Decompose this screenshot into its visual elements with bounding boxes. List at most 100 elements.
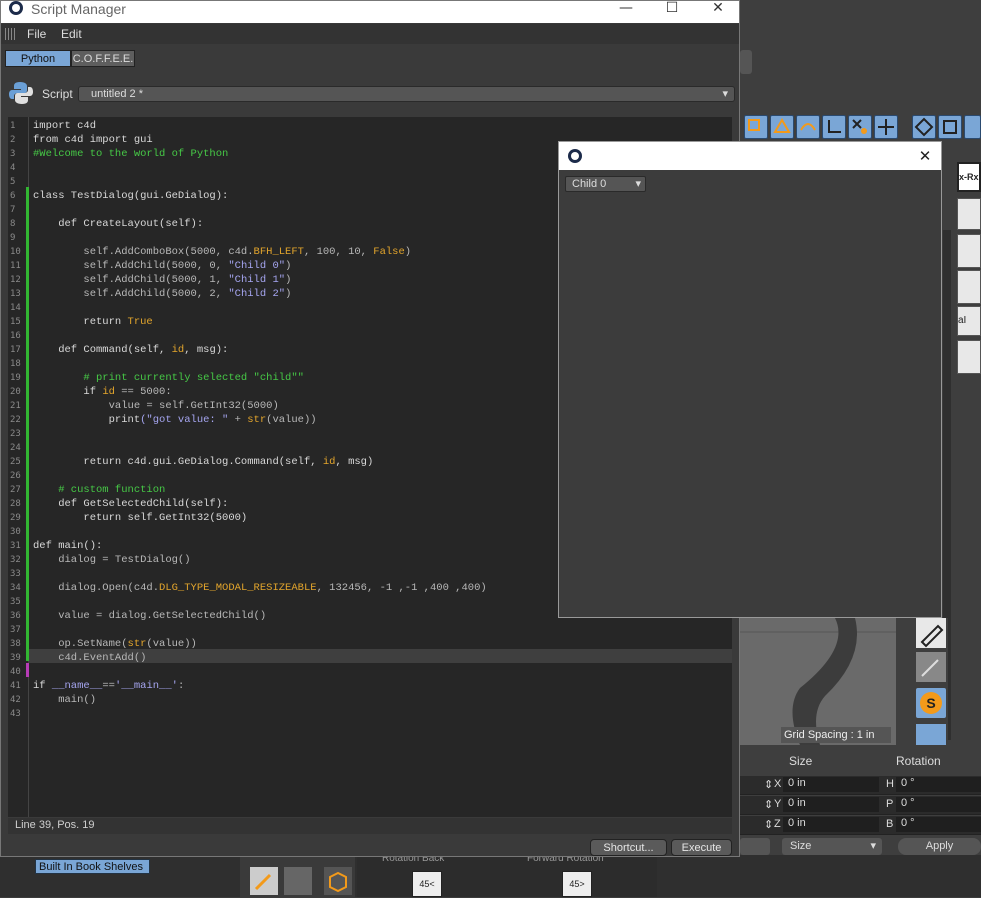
line-number: 18 xyxy=(10,359,21,369)
bg-dropdown[interactable] xyxy=(740,838,770,855)
code-line: self.AddChild(5000, 1, "Child 1") xyxy=(33,273,291,287)
code-token: id xyxy=(102,386,115,398)
close-button[interactable]: ✕ xyxy=(695,1,741,17)
rotation-header: Rotation xyxy=(896,754,941,768)
line-number: 43 xyxy=(10,709,21,719)
sketch-s-icon[interactable]: S xyxy=(916,688,946,718)
code-line: main() xyxy=(33,693,96,707)
menu-edit[interactable]: Edit xyxy=(61,27,82,41)
code-token: __name__ xyxy=(51,680,103,692)
script-row: Script untitled 2 * ▾ xyxy=(1,77,739,109)
text-tool-icon[interactable]: aI xyxy=(957,306,981,336)
code-token: (value)) xyxy=(266,414,317,426)
apply-button[interactable]: Apply xyxy=(898,838,981,855)
code-line: return True xyxy=(33,315,152,329)
line-number: 23 xyxy=(10,429,21,439)
sketch-s-icon[interactable] xyxy=(916,724,946,745)
line-number: 31 xyxy=(10,541,21,551)
code-line: dialog = TestDialog() xyxy=(33,553,190,567)
rot-h-field[interactable]: 0 ° xyxy=(896,777,981,792)
object-tag[interactable]: Built In Book Shelves xyxy=(35,859,150,874)
code-token: if xyxy=(33,680,52,692)
layout-icon[interactable] xyxy=(957,198,981,230)
tool-icon[interactable] xyxy=(796,115,820,139)
pencil-icon[interactable] xyxy=(916,618,946,648)
child-combobox[interactable]: Child 0 ▾ xyxy=(565,176,646,192)
tool-icon[interactable] xyxy=(874,115,898,139)
line-number: 36 xyxy=(10,611,21,621)
code-line: dialog.Open(c4d.DLG_TYPE_MODAL_RESIZEABL… xyxy=(33,581,487,595)
tab-python[interactable]: Python xyxy=(5,50,71,67)
code-token: self.AddChild(5000, 2, xyxy=(33,288,229,300)
maximize-button[interactable]: ☐ xyxy=(649,1,695,17)
tool-icon[interactable] xyxy=(964,115,981,139)
size-x-field[interactable]: 0 in xyxy=(783,777,879,792)
code-token: : xyxy=(177,680,185,692)
script-dropdown[interactable]: untitled 2 * ▾ xyxy=(78,86,735,102)
tab-coffee[interactable]: C.O.F.F.E.E. xyxy=(71,50,135,67)
code-token: # custom function xyxy=(33,484,166,496)
shortcut-button[interactable]: Shortcut... xyxy=(590,839,667,856)
size-y-field[interactable]: 0 in xyxy=(783,797,879,812)
tool-icon[interactable] xyxy=(848,115,872,139)
code-token: self.AddComboBox(5000, c4d. xyxy=(33,246,254,258)
dialog-title-bar[interactable]: ✕ xyxy=(559,142,941,170)
device-icon[interactable] xyxy=(957,340,981,374)
line-number: 15 xyxy=(10,317,21,327)
code-token: , msg): xyxy=(184,344,229,356)
pen-icon[interactable] xyxy=(250,867,278,895)
minimize-button[interactable]: — xyxy=(603,1,649,17)
code-line: def main(): xyxy=(33,539,102,553)
rot-b-field[interactable]: 0 ° xyxy=(896,817,981,832)
code-line: self.AddChild(5000, 0, "Child 0") xyxy=(33,259,291,273)
menu-bar: File Edit xyxy=(1,24,739,44)
viewport: Grid Spacing : 1 in xyxy=(740,618,896,745)
test-dialog: ✕ Child 0 ▾ xyxy=(558,141,942,618)
brush-icon[interactable] xyxy=(916,652,946,682)
line-number: 5 xyxy=(10,177,16,187)
menu-file[interactable]: File xyxy=(27,27,46,41)
dialog-close-button[interactable]: ✕ xyxy=(915,146,935,166)
rotate-back-icon[interactable]: 45< xyxy=(412,871,442,897)
code-token: ) xyxy=(285,288,292,300)
line-number: 13 xyxy=(10,289,21,299)
rotate-forward-icon[interactable]: 45> xyxy=(562,871,592,897)
layout-icon[interactable] xyxy=(957,270,981,304)
size-z-field[interactable]: 0 in xyxy=(783,817,879,832)
code-token: def CreateLayout(self): xyxy=(33,218,204,230)
line-number: 19 xyxy=(10,373,21,383)
code-token: def Command(self, xyxy=(33,344,172,356)
tool-icon[interactable] xyxy=(912,115,936,139)
side-panel-xrx[interactable]: x-Rx xyxy=(957,162,981,192)
code-token: str xyxy=(127,638,147,650)
line-number: 1 xyxy=(10,121,16,131)
tool-icon[interactable] xyxy=(938,115,962,139)
attr-header: Size Rotation xyxy=(740,752,981,770)
line-number: 21 xyxy=(10,401,21,411)
cube-icon[interactable] xyxy=(324,867,352,895)
status-bar: Line 39, Pos. 19 xyxy=(8,818,732,834)
tool-icon[interactable] xyxy=(744,115,768,139)
code-line: def GetSelectedChild(self): xyxy=(33,497,228,511)
line-number: 30 xyxy=(10,527,21,537)
line-number: 12 xyxy=(10,275,21,285)
code-line: # custom function xyxy=(33,483,165,497)
code-token: from c4d import gui xyxy=(33,134,153,146)
tool-icon[interactable] xyxy=(770,115,794,139)
user-icon[interactable] xyxy=(957,234,981,268)
rot-p-field[interactable]: 0 ° xyxy=(896,797,981,812)
line-number: 34 xyxy=(10,583,21,593)
title-bar[interactable]: Script Manager — ☐ ✕ xyxy=(1,1,739,23)
line-number: 32 xyxy=(10,555,21,565)
spline-icon[interactable] xyxy=(284,867,312,895)
grip-icon[interactable] xyxy=(5,28,17,40)
line-number: 8 xyxy=(10,219,16,229)
attr-row-z: ⇕ Z 0 in B 0 ° xyxy=(740,816,981,835)
code-token: # print currently selected "child"" xyxy=(33,372,304,384)
size-dropdown[interactable]: Size ▾ xyxy=(782,838,882,855)
code-line: value = self.GetInt32(5000) xyxy=(33,399,279,413)
execute-button[interactable]: Execute xyxy=(671,839,732,856)
attr-row-x: ⇕ X 0 in H 0 ° xyxy=(740,776,981,795)
tool-icon[interactable] xyxy=(822,115,846,139)
code-token: == 5000: xyxy=(114,386,172,398)
